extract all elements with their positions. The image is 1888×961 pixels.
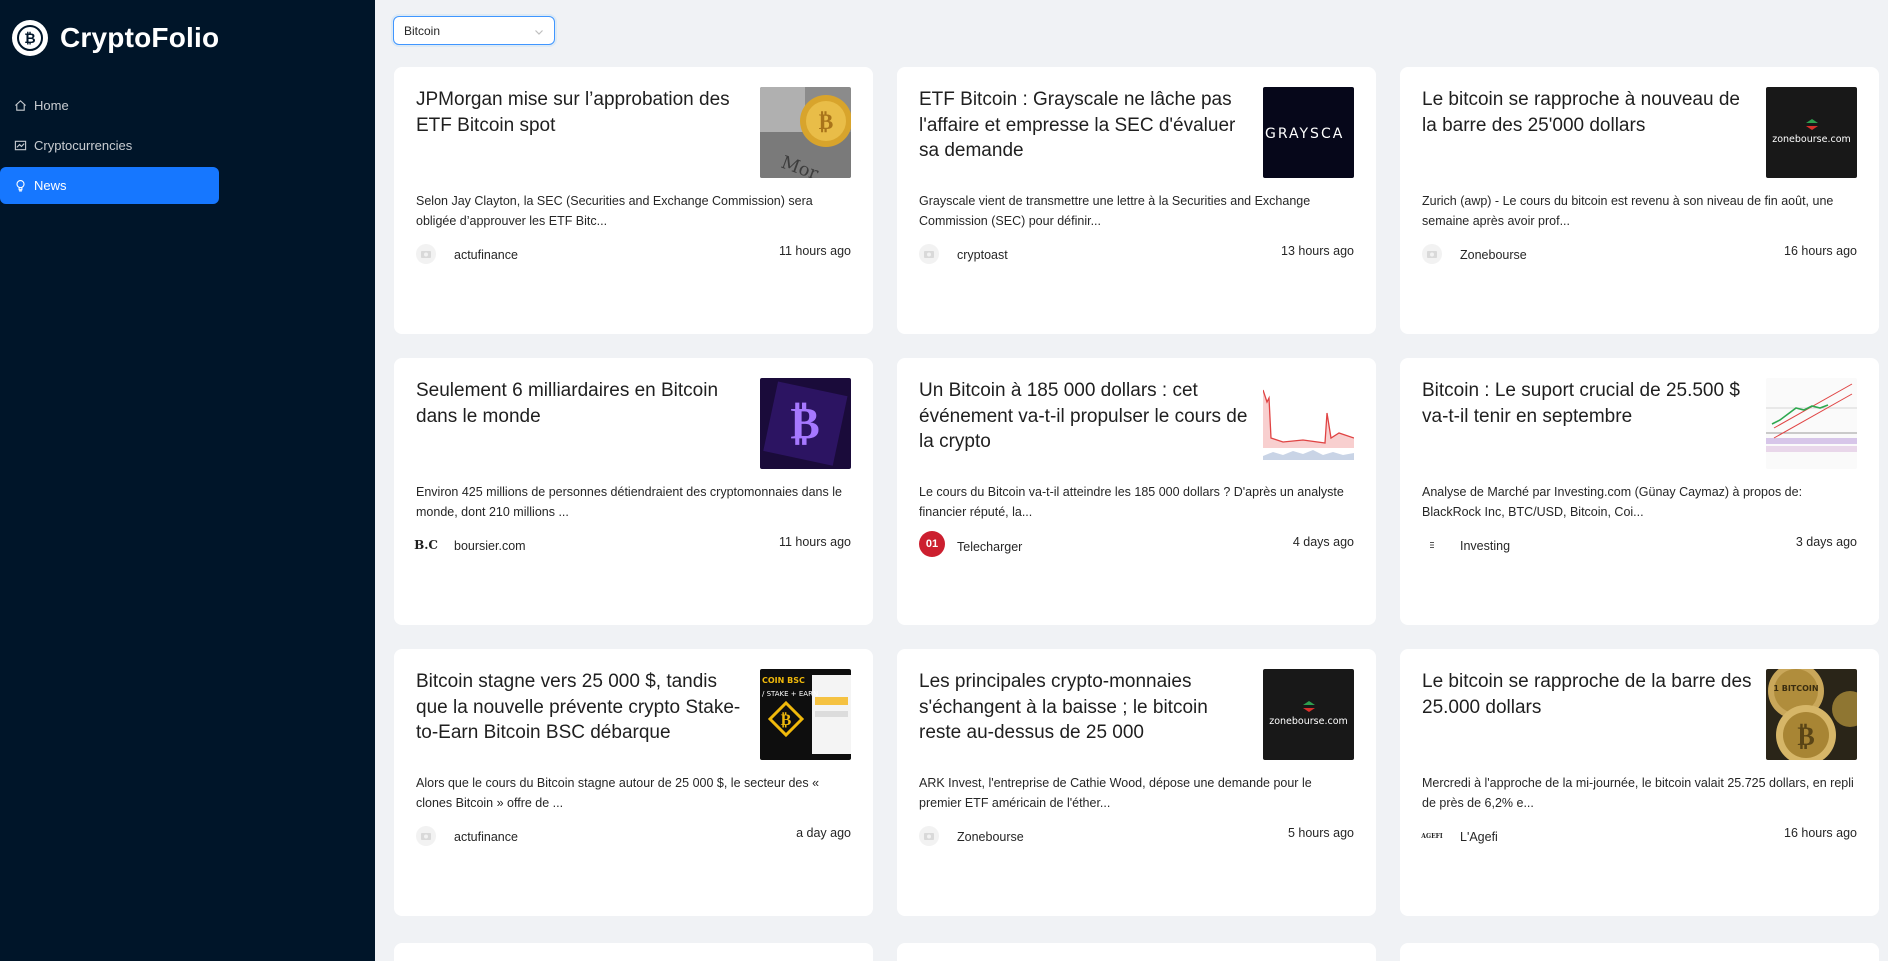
news-title: Le bitcoin se rapproche de la barre des …: [1422, 671, 1752, 718]
fund-icon: [13, 139, 27, 153]
news-card[interactable]: Bitcoin stagne vers 25 000 $, tandis que…: [394, 649, 873, 916]
news-time: 11 hours ago: [778, 535, 851, 549]
news-thumbnail: ₿: [760, 378, 851, 469]
svg-text:/ STAKE + EARN: / STAKE + EARN: [762, 690, 818, 698]
chevron-down-icon: [534, 26, 544, 36]
news-title: Bitcoin : Le suport crucial de 25.500 $ …: [1422, 380, 1740, 427]
svg-text:₿: ₿: [790, 398, 819, 449]
investing-logo-icon: [1422, 535, 1442, 555]
news-description: Grayscale vient de transmettre une lettr…: [919, 194, 1311, 228]
news-thumbnail: [1263, 378, 1354, 469]
provider-avatar-icon: [919, 826, 939, 846]
telecharger-logo-icon: 01: [919, 531, 945, 557]
news-card[interactable]: Le bitcoin se rapproche à nouveau de la …: [1400, 67, 1879, 334]
crypto-select-value: Bitcoin: [404, 23, 441, 38]
news-time: a day ago: [796, 826, 851, 840]
brand[interactable]: ₿ CryptoFolio: [12, 18, 219, 58]
news-card[interactable]: Un Bitcoin à 185 000 dollars : cet événe…: [897, 358, 1376, 625]
news-card[interactable]: [394, 943, 873, 961]
news-title: Bitcoin stagne vers 25 000 $, tandis que…: [416, 671, 741, 743]
news-description: Analyse de Marché par Investing.com (Gün…: [1422, 485, 1803, 519]
news-card[interactable]: ETF Bitcoin : Grayscale ne lâche pas l'a…: [897, 67, 1376, 334]
thumbnail-text: GRAYSCA: [1265, 126, 1344, 142]
news-description: Alors que le cours du Bitcoin stagne aut…: [416, 776, 820, 810]
svg-text:₿: ₿: [781, 710, 792, 729]
news-description: Selon Jay Clayton, la SEC (Securities an…: [416, 194, 813, 228]
agefi-logo-icon: AGEFI: [1421, 826, 1443, 846]
news-card[interactable]: Les principales crypto-monnaies s'échang…: [897, 649, 1376, 916]
news-card[interactable]: Seulement 6 milliardaires en Bitcoin dan…: [394, 358, 873, 625]
provider-name: L'Agefi: [1460, 830, 1498, 844]
news-thumbnail: GRAYSCA: [1263, 87, 1354, 178]
sidebar-item-label: Home: [34, 98, 69, 113]
news-card[interactable]: [1400, 943, 1879, 961]
provider-name: Investing: [1460, 539, 1511, 553]
thumbnail-text: 1 BITCOIN: [1773, 684, 1818, 693]
news-title: Le bitcoin se rapproche à nouveau de la …: [1422, 89, 1740, 136]
news-title: Seulement 6 milliardaires en Bitcoin dan…: [416, 380, 719, 427]
provider-avatar-icon: [416, 826, 436, 846]
news-title: Les principales crypto-monnaies s'échang…: [919, 671, 1208, 743]
main-content: Bitcoin JPMorgan mise sur l’approbation …: [375, 0, 1888, 961]
provider-name: Telecharger: [957, 540, 1023, 554]
sidebar-item-home[interactable]: Home: [0, 87, 219, 124]
news-description: Mercredi à l'approche de la mi-journée, …: [1422, 776, 1854, 810]
crypto-select[interactable]: Bitcoin: [393, 16, 555, 45]
news-title: ETF Bitcoin : Grayscale ne lâche pas l'a…: [919, 89, 1236, 161]
provider-name: Zonebourse: [957, 830, 1024, 844]
news-card[interactable]: JPMorgan mise sur l’approbation des ETF …: [394, 67, 873, 334]
news-thumbnail: 1 BITCOIN ₿: [1766, 669, 1857, 760]
provider-name: actufinance: [454, 248, 518, 262]
news-thumbnail: COIN BSC / STAKE + EARN ₿: [760, 669, 851, 760]
provider-avatar-icon: [416, 244, 436, 264]
svg-text:₿: ₿: [1797, 722, 1814, 752]
news-thumbnail: ₿ Mor: [760, 87, 851, 178]
provider-name: actufinance: [454, 830, 518, 844]
sidebar-item-label: Cryptocurrencies: [34, 138, 133, 153]
provider-name: cryptoast: [957, 248, 1008, 262]
home-icon: [13, 99, 27, 113]
thumbnail-text: COIN BSC: [762, 676, 805, 685]
news-time: 13 hours ago: [1281, 244, 1354, 258]
news-thumbnail: [1766, 378, 1857, 469]
news-description: Zurich (awp) - Le cours du bitcoin est r…: [1422, 194, 1834, 228]
provider-avatar-icon: [1422, 244, 1442, 264]
sidebar-item-label: News: [34, 178, 67, 193]
sidebar-item-cryptocurrencies[interactable]: Cryptocurrencies: [0, 127, 219, 164]
app-title: CryptoFolio: [60, 22, 220, 53]
news-time: 11 hours ago: [778, 244, 851, 258]
provider-name: Zonebourse: [1460, 248, 1527, 262]
news-card[interactable]: Bitcoin : Le suport crucial de 25.500 $ …: [1400, 358, 1879, 625]
news-description: Environ 425 millions de personnes détien…: [416, 485, 842, 519]
news-card[interactable]: Le bitcoin se rapproche de la barre des …: [1400, 649, 1879, 916]
thumbnail-text: zonebourse.com: [1269, 716, 1348, 727]
bulb-icon: [13, 179, 27, 193]
news-time: 5 hours ago: [1287, 826, 1354, 840]
sidebar-item-news[interactable]: News: [0, 167, 219, 204]
news-thumbnail: zonebourse.com: [1263, 669, 1354, 760]
sidebar-menu: Home Cryptocurrencies News: [0, 87, 219, 207]
news-thumbnail: zonebourse.com: [1766, 87, 1857, 178]
news-title: Un Bitcoin à 185 000 dollars : cet événe…: [919, 380, 1248, 452]
news-time: 4 days ago: [1292, 535, 1354, 549]
news-description: Le cours du Bitcoin va-t-il atteindre le…: [919, 485, 1344, 519]
provider-name: boursier.com: [454, 539, 526, 553]
news-time: 3 days ago: [1795, 535, 1857, 549]
provider-avatar-icon: [919, 244, 939, 264]
svg-text:₿: ₿: [819, 110, 834, 135]
cryptocurrency-logo-icon: ₿: [12, 20, 48, 56]
news-time: 16 hours ago: [1784, 244, 1857, 258]
news-card[interactable]: [897, 943, 1376, 961]
boursier-logo-icon: B.C: [414, 535, 438, 555]
news-title: JPMorgan mise sur l’approbation des ETF …: [416, 89, 730, 136]
thumbnail-text: zonebourse.com: [1772, 134, 1851, 145]
sidebar: ₿ CryptoFolio Home Cryptocurrencies News: [0, 0, 375, 961]
news-time: 16 hours ago: [1784, 826, 1857, 840]
news-description: ARK Invest, l'entreprise de Cathie Wood,…: [919, 776, 1312, 810]
